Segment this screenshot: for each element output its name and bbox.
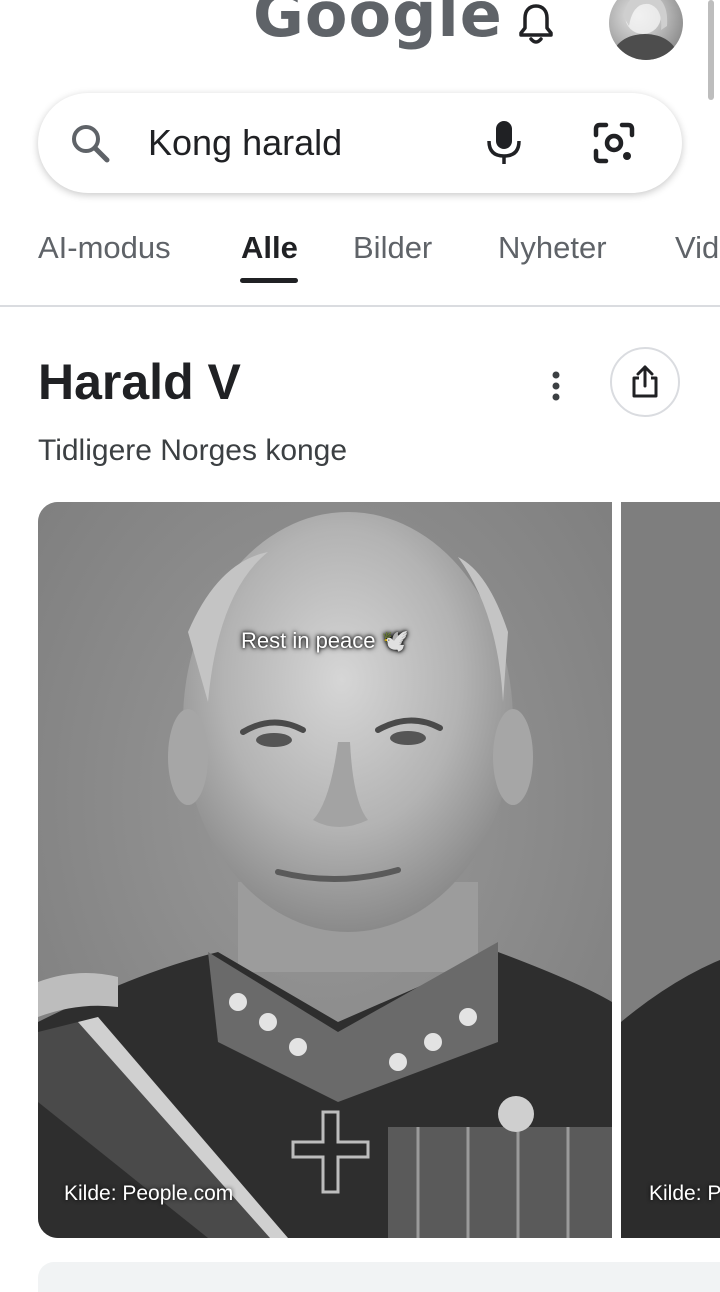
overlay-caption: Rest in peace 🕊️ [240, 628, 410, 653]
tab-nyheter[interactable]: Nyheter [498, 230, 607, 266]
divider [0, 305, 720, 307]
more-vert-icon[interactable] [536, 366, 576, 406]
image-source[interactable]: Kilde: People.com [64, 1182, 233, 1206]
second-image-card[interactable]: Kilde: P [621, 502, 720, 1238]
scrollbar[interactable] [708, 0, 714, 100]
search-icon[interactable] [68, 121, 112, 165]
portrait-image [38, 502, 612, 1238]
search-input[interactable]: Kong harald [148, 121, 342, 165]
top-bar: Google [0, 0, 720, 100]
avatar[interactable] [609, 0, 683, 60]
tab-bilder[interactable]: Bilder [353, 230, 432, 266]
tab-alle[interactable]: Alle [241, 230, 298, 266]
search-box[interactable]: Kong harald [38, 93, 682, 193]
second-image [621, 502, 720, 1238]
tab-ai-modus[interactable]: AI-modus [38, 230, 171, 266]
knowledge-panel-title: Harald V [38, 354, 241, 410]
next-section-peek [38, 1262, 720, 1292]
bell-icon[interactable] [512, 0, 560, 48]
active-tab-indicator [240, 278, 298, 283]
share-button[interactable] [610, 347, 680, 417]
knowledge-panel-subtitle: Tidligere Norges konge [38, 434, 348, 467]
share-icon [632, 365, 658, 398]
image-source[interactable]: Kilde: P [649, 1182, 720, 1206]
search-tabs: AI-modus Alle Bilder Nyheter Vid [0, 218, 720, 308]
portrait-image-card[interactable]: Rest in peace 🕊️ Kilde: People.com [38, 502, 612, 1238]
google-logo[interactable]: Google [253, 0, 503, 51]
mic-icon[interactable] [482, 119, 526, 167]
tab-videoer[interactable]: Vid [675, 230, 719, 266]
google-lens-icon[interactable] [590, 119, 638, 167]
